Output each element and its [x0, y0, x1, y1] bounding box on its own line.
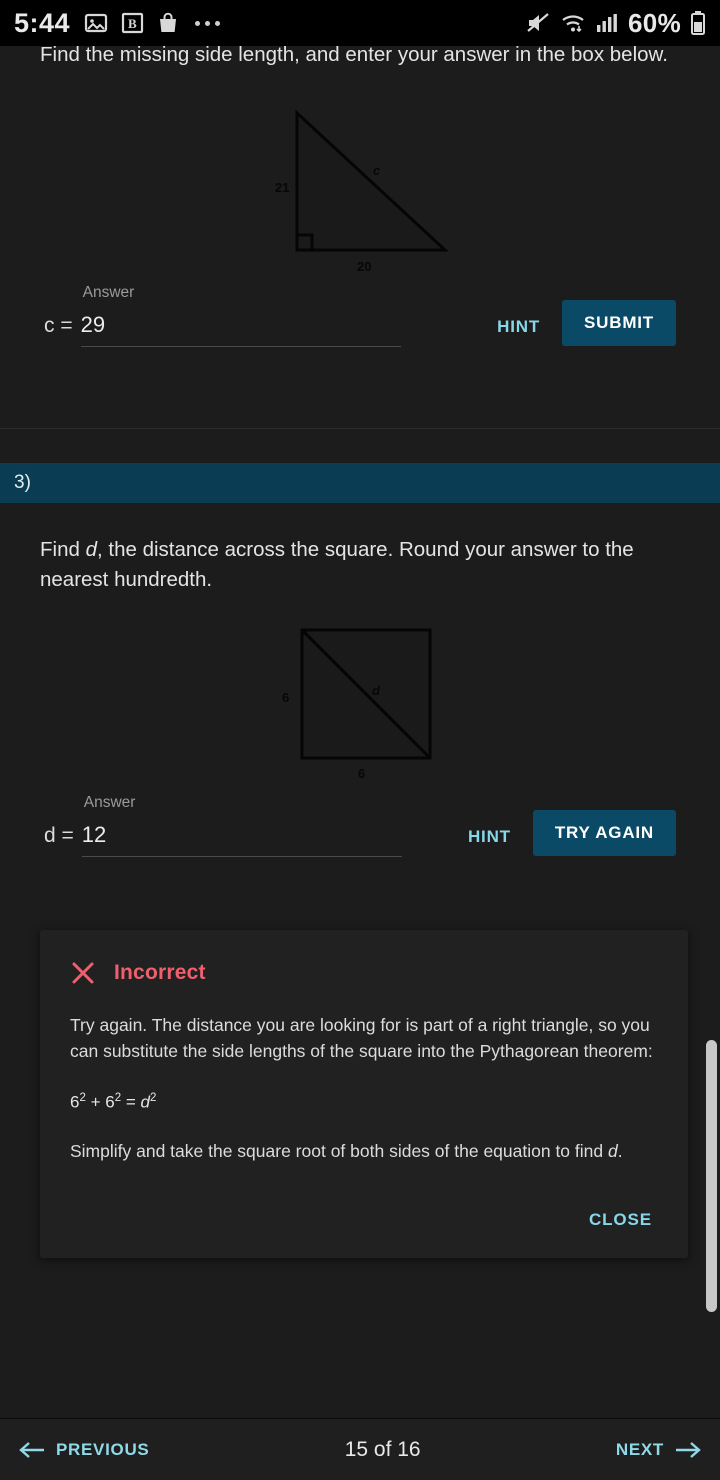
svg-text:B: B: [128, 16, 137, 31]
question-2-answer-input[interactable]: Answer 29: [80, 284, 401, 347]
feedback-dialog-title: Incorrect: [114, 961, 206, 984]
wifi-icon: [560, 11, 586, 35]
svg-text:6: 6: [358, 766, 365, 781]
feedback-dialog-actions: CLOSE: [581, 1204, 660, 1236]
cellular-signal-icon: [595, 11, 619, 35]
answer-field-value: 12: [81, 822, 107, 847]
arrow-right-icon: [674, 1440, 702, 1460]
svg-text:d: d: [372, 683, 381, 698]
svg-text:c: c: [373, 163, 381, 178]
question-3-answer-row: d = Answer 12 HINT TRY AGAIN: [0, 794, 720, 857]
question-2-hint-button[interactable]: HINT: [497, 317, 540, 347]
question-3-try-again-button[interactable]: TRY AGAIN: [532, 810, 676, 856]
status-bar-system-icons: 60%: [525, 8, 706, 39]
answer-field-value: 29: [80, 312, 106, 337]
question-3-prompt: Find d, the distance across the square. …: [0, 535, 720, 595]
image-icon: [84, 11, 108, 35]
question-3-number: 3): [14, 472, 31, 493]
feedback-dialog-header: Incorrect: [70, 960, 658, 986]
note-after: .: [617, 1140, 623, 1161]
next-button-label: NEXT: [615, 1439, 664, 1459]
equation-equals: =: [121, 1092, 141, 1112]
question-3-hint-button[interactable]: HINT: [468, 827, 511, 857]
equation-plus: +: [85, 1092, 106, 1112]
answer-field-label: Answer: [82, 284, 135, 301]
question-3-variable-label: d =: [44, 824, 74, 847]
equation-term-3-base: d: [140, 1092, 150, 1112]
next-button[interactable]: NEXT: [616, 1440, 702, 1460]
battery-icon: [690, 10, 706, 36]
vertical-scrollbar[interactable]: [706, 1040, 717, 1312]
triangle-figure: 21 20 c: [0, 95, 720, 275]
answer-field-label: Answer: [83, 794, 136, 811]
x-mark-icon: [70, 960, 96, 986]
status-bar: 5:44 B 60%: [0, 0, 720, 46]
status-bar-notification-icons: B: [84, 11, 221, 35]
feedback-dialog-body: Try again. The distance you are looking …: [70, 1015, 653, 1061]
svg-text:21: 21: [275, 180, 289, 195]
feedback-dialog: Incorrect Try again. The distance you ar…: [40, 930, 688, 1258]
status-bar-clock: 5:44: [14, 7, 71, 38]
question-3-header: 3): [0, 463, 720, 503]
page-indicator: 15 of 16: [344, 1437, 421, 1461]
note-variable: d: [607, 1140, 618, 1161]
svg-text:6: 6: [282, 690, 289, 705]
lesson-content-scroll[interactable]: Find the missing side length, and enter …: [0, 0, 720, 1418]
note-before: Simplify and take the square root of bot…: [70, 1140, 608, 1161]
question-3-prompt-variable: d: [85, 538, 97, 561]
equation-term-3-exponent: 2: [149, 1092, 157, 1104]
shopping-bag-icon: [157, 11, 179, 35]
svg-text:20: 20: [357, 259, 371, 274]
feedback-dialog-note: Simplify and take the square root of bot…: [70, 1141, 658, 1162]
section-divider: [0, 428, 720, 429]
square-figure: 6 6 d: [0, 620, 720, 785]
arrow-left-icon: [18, 1440, 46, 1460]
bottom-navigation: PREVIOUS 15 of 16 NEXT: [0, 1418, 720, 1480]
question-3-prompt-after: , the distance across the square. Round …: [40, 538, 634, 591]
close-button[interactable]: CLOSE: [581, 1204, 660, 1236]
question-3-prompt-before: Find: [40, 538, 86, 561]
battery-percent-label: 60%: [628, 7, 681, 38]
previous-button[interactable]: PREVIOUS: [18, 1440, 149, 1460]
feedback-dialog-equation: 62 + 62 = d2: [70, 1092, 658, 1113]
question-2-submit-button[interactable]: SUBMIT: [562, 300, 676, 346]
question-3-answer-input[interactable]: Answer 12: [81, 794, 402, 857]
question-2-answer-row: c = Answer 29 HINT SUBMIT: [0, 284, 720, 347]
question-2-variable-label: c =: [44, 314, 73, 337]
b-app-icon: B: [121, 11, 144, 35]
mute-icon: [525, 11, 551, 35]
previous-button-label: PREVIOUS: [56, 1439, 150, 1459]
equation-term-2-base: 6: [105, 1092, 115, 1112]
more-dots-icon: [195, 20, 221, 26]
